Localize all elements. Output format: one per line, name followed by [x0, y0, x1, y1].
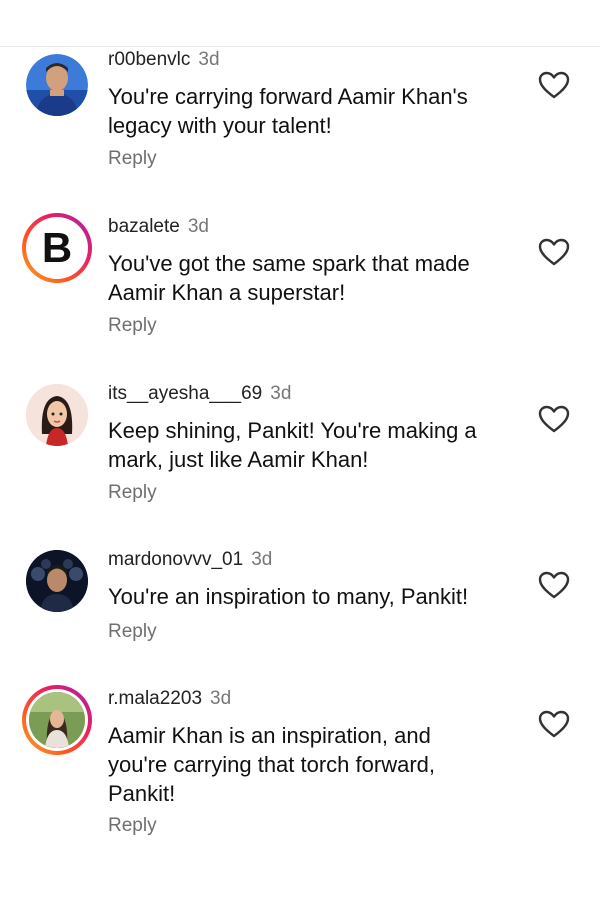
username[interactable]: bazalete: [108, 216, 180, 237]
comment-text-line: Aamir Khan a superstar!: [108, 280, 346, 305]
comment-text-line: mark, just like Aamir Khan!: [108, 447, 369, 472]
reply-button[interactable]: Reply: [108, 482, 157, 504]
avatar[interactable]: [22, 685, 92, 755]
comment-text-line: Aamir Khan is an inspiration, and: [108, 723, 431, 748]
comment-meta: mardonovvv_01 3d: [108, 548, 272, 572]
like-heart-icon[interactable]: [538, 404, 570, 434]
timestamp: 3d: [198, 49, 220, 70]
avatar[interactable]: [22, 380, 92, 450]
like-heart-icon[interactable]: [538, 570, 570, 600]
reply-button[interactable]: Reply: [108, 148, 157, 170]
reply-button[interactable]: Reply: [108, 315, 157, 337]
comment-text: You've got the same spark that made Aami…: [108, 249, 508, 307]
avatar[interactable]: [22, 50, 92, 120]
comment-text-line: You've got the same spark that made: [108, 251, 470, 276]
comment-text-line: You're carrying forward Aamir Khan's: [108, 84, 468, 109]
avatar[interactable]: [22, 546, 92, 616]
timestamp: 3d: [270, 383, 292, 404]
reply-button[interactable]: Reply: [108, 815, 157, 837]
like-heart-icon[interactable]: [538, 70, 570, 100]
timestamp: 3d: [251, 549, 273, 570]
avatar[interactable]: B: [22, 213, 92, 283]
avatar-letter: B: [42, 224, 72, 271]
comment-text: Keep shining, Pankit! You're making a ma…: [108, 416, 508, 474]
comment-meta: r00benvlc 3d: [108, 48, 220, 72]
username[interactable]: its__ayesha___69: [108, 383, 262, 404]
like-heart-icon[interactable]: [538, 237, 570, 267]
comment-meta: its__ayesha___69 3d: [108, 382, 291, 406]
reply-button[interactable]: Reply: [108, 621, 157, 643]
timestamp: 3d: [187, 216, 209, 237]
comment-text-line: You're an inspiration to many, Pankit!: [108, 584, 469, 609]
comment-text-line: legacy with your talent!: [108, 113, 332, 138]
username[interactable]: r.mala2203: [108, 688, 202, 709]
comment-meta: r.mala2203 3d: [108, 687, 231, 711]
username[interactable]: mardonovvv_01: [108, 549, 243, 570]
comment-text: You're an inspiration to many, Pankit!: [108, 582, 508, 611]
comment-text-line: Pankit!: [108, 781, 176, 806]
comment-text: Aamir Khan is an inspiration, and you're…: [108, 721, 508, 808]
comment-text: You're carrying forward Aamir Khan's leg…: [108, 82, 508, 140]
comment-meta: bazalete 3d: [108, 215, 209, 239]
like-heart-icon[interactable]: [538, 709, 570, 739]
comment-text-line: Keep shining, Pankit! You're making a: [108, 418, 477, 443]
timestamp: 3d: [210, 688, 232, 709]
username[interactable]: r00benvlc: [108, 49, 190, 70]
top-divider: [0, 0, 600, 47]
comment-text-line: you're carrying that torch forward,: [108, 752, 436, 777]
